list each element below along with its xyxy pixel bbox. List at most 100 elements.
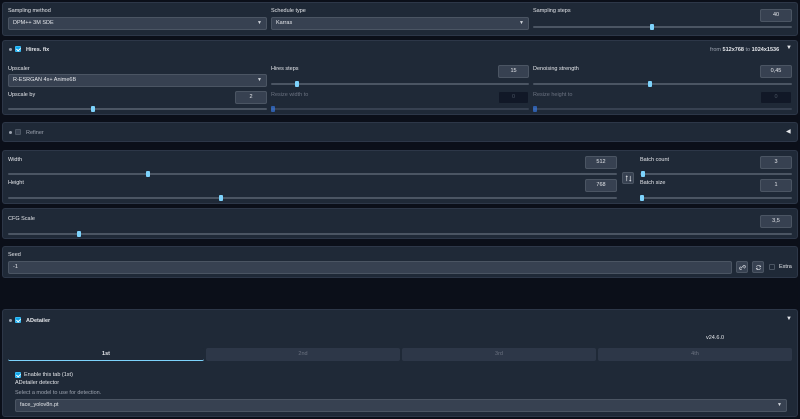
refiner-title[interactable]: Refiner	[26, 130, 44, 136]
cfg-scale-input[interactable]: 3,5	[760, 215, 792, 228]
denoising-strength-label: Denoising strength	[533, 66, 579, 72]
height-slider[interactable]	[8, 195, 617, 201]
recycle-icon	[755, 265, 762, 270]
extra-seed-checkbox[interactable]	[769, 264, 775, 270]
bullet-icon	[9, 131, 12, 134]
upscaler-value: R-ESRGAN 4x+ Anime6B	[13, 77, 77, 83]
batch-size-slider[interactable]	[640, 195, 792, 201]
hires-fix-panel: Hires. fix from 512x768 to 1024x1536 ▼ U…	[2, 40, 798, 115]
sampling-panel: Sampling method DPM++ 3M SDE ▼ Schedule …	[2, 2, 798, 36]
detector-label: ADetailer detector	[15, 380, 60, 386]
enable-tab-checkbox[interactable]	[15, 372, 21, 378]
sampling-method-label: Sampling method	[8, 8, 51, 14]
slider-thumb[interactable]	[641, 171, 645, 177]
chevron-down-icon: ▼	[257, 77, 262, 83]
expand-triangle-icon[interactable]: ◀	[786, 128, 791, 135]
upscale-by-label: Upscale by	[8, 92, 36, 98]
width-label: Width	[8, 157, 23, 163]
collapse-triangle-icon[interactable]: ▼	[786, 45, 792, 51]
swap-dimensions-button[interactable]	[622, 172, 634, 184]
upscaler-select[interactable]: R-ESRGAN 4x+ Anime6B ▼	[8, 74, 267, 87]
extra-seed-label[interactable]: Extra	[779, 264, 792, 270]
seed-panel: Seed -1 Extra	[2, 246, 798, 278]
hires-steps-label: Hires steps	[271, 66, 299, 72]
to-size: 1024x1536	[751, 47, 780, 53]
width-slider[interactable]	[8, 171, 617, 177]
dimensions-panel: Width 512 Height 768 Batch count 3 Batch…	[2, 150, 798, 204]
upscaler-label: Upscaler	[8, 66, 30, 72]
hires-steps-slider[interactable]	[271, 81, 529, 87]
hires-steps-input[interactable]: 15	[498, 65, 529, 78]
adetailer-title[interactable]: ADetailer	[26, 318, 50, 324]
batch-count-slider[interactable]	[640, 171, 792, 177]
denoising-strength-slider[interactable]	[533, 81, 792, 87]
height-label: Height	[8, 180, 24, 186]
enable-tab-label[interactable]: Enable this tab (1st)	[24, 372, 73, 378]
chevron-down-icon: ▼	[777, 402, 782, 408]
tab-3rd[interactable]: 3rd	[402, 348, 596, 361]
seed-input[interactable]: -1	[8, 261, 732, 274]
collapse-triangle-icon[interactable]: ▼	[786, 316, 792, 322]
height-input[interactable]: 768	[585, 179, 617, 192]
bullet-icon	[9, 48, 12, 51]
sampling-method-value: DPM++ 3M SDE	[13, 20, 54, 26]
detector-value: face_yolov8n.pt	[20, 402, 59, 408]
resize-height-slider[interactable]	[533, 106, 792, 112]
refiner-checkbox[interactable]	[15, 129, 21, 135]
schedule-type-select[interactable]: Karras ▼	[271, 17, 529, 30]
schedule-type-value: Karras	[276, 20, 293, 26]
slider-thumb[interactable]	[640, 195, 644, 201]
dice-icon	[739, 265, 746, 270]
denoising-strength-input[interactable]: 0,45	[760, 65, 792, 78]
chevron-down-icon: ▼	[257, 20, 262, 26]
slider-thumb[interactable]	[219, 195, 223, 201]
resize-width-input[interactable]: 0	[498, 91, 529, 104]
from-size: 512x768	[722, 47, 744, 53]
adetailer-panel: ADetailer ▼ v24.6.0 1st 2nd 3rd 4th Enab…	[2, 309, 798, 417]
slider-thumb[interactable]	[77, 231, 81, 237]
resize-height-input[interactable]: 0	[760, 91, 792, 104]
batch-count-input[interactable]: 3	[760, 156, 792, 169]
slider-thumb[interactable]	[533, 106, 537, 112]
slider-thumb[interactable]	[650, 24, 654, 30]
sampling-steps-label: Sampling steps	[533, 8, 571, 14]
resize-width-slider[interactable]	[271, 106, 529, 112]
slider-thumb[interactable]	[146, 171, 150, 177]
batch-count-label: Batch count	[640, 157, 670, 163]
upscale-by-slider[interactable]	[8, 106, 267, 112]
slider-thumb[interactable]	[295, 81, 299, 87]
reuse-seed-button[interactable]	[752, 261, 764, 273]
tab-1st[interactable]: 1st	[8, 348, 204, 361]
detector-select[interactable]: face_yolov8n.pt ▼	[15, 399, 787, 412]
hires-fix-title[interactable]: Hires. fix	[26, 47, 49, 53]
slider-thumb[interactable]	[271, 106, 275, 112]
upscale-by-input[interactable]: 2	[235, 91, 267, 104]
sampling-method-select[interactable]: DPM++ 3M SDE ▼	[8, 17, 267, 30]
hires-fix-checkbox[interactable]	[15, 46, 21, 52]
random-seed-button[interactable]	[736, 261, 748, 273]
adetailer-checkbox[interactable]	[15, 317, 21, 323]
cfg-panel: CFG Scale 3,5	[2, 208, 798, 239]
sampling-steps-slider[interactable]	[533, 24, 792, 30]
sampling-steps-input[interactable]: 40	[760, 9, 792, 22]
cfg-scale-label: CFG Scale	[8, 216, 35, 222]
tab-2nd[interactable]: 2nd	[206, 348, 400, 361]
tab-4th[interactable]: 4th	[598, 348, 792, 361]
refiner-panel: Refiner ◀	[2, 122, 798, 142]
batch-size-input[interactable]: 1	[760, 179, 792, 192]
slider-thumb[interactable]	[648, 81, 652, 87]
seed-label: Seed	[8, 252, 21, 258]
to-label: to	[745, 47, 751, 53]
schedule-type-label: Schedule type	[271, 8, 306, 14]
from-label: from	[710, 47, 721, 53]
slider-thumb[interactable]	[91, 106, 95, 112]
cfg-scale-slider[interactable]	[8, 231, 792, 237]
hires-size-info: from 512x768 to 1024x1536	[710, 47, 779, 53]
batch-size-label: Batch size	[640, 180, 666, 186]
resize-width-label: Resize width to	[271, 92, 309, 98]
chevron-down-icon: ▼	[519, 20, 524, 26]
adetailer-version: v24.6.0	[706, 335, 725, 341]
resize-height-label: Resize height to	[533, 92, 573, 98]
width-input[interactable]: 512	[585, 156, 617, 169]
detector-hint: Select a model to use for detection.	[15, 390, 102, 396]
